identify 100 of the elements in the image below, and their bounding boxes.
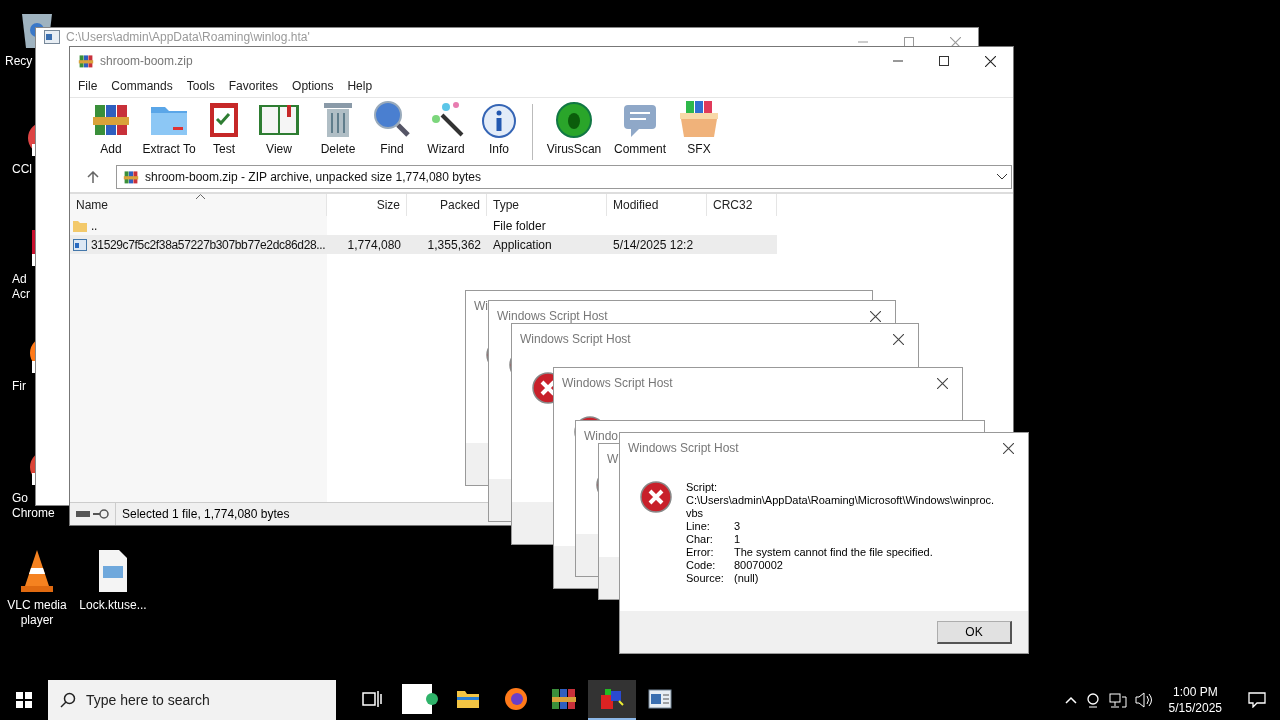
field-label: Char: xyxy=(686,533,714,546)
drive-icon xyxy=(76,510,90,518)
close-icon[interactable] xyxy=(869,310,881,322)
field-label: Source: xyxy=(686,572,725,585)
desktop-icon-label[interactable]: player xyxy=(20,613,54,628)
close-icon[interactable] xyxy=(936,377,948,389)
column-header[interactable]: Name xyxy=(70,194,327,216)
dialog-title: Windo xyxy=(584,429,619,443)
dialog-title: Wi xyxy=(474,299,489,313)
window-icon[interactable] xyxy=(648,689,672,709)
toolbar-button[interactable]: Wizard xyxy=(418,99,474,160)
field-value: (null) xyxy=(734,572,760,585)
menu-item[interactable]: Help xyxy=(341,79,381,93)
menu-item[interactable]: Options xyxy=(286,79,342,93)
dialog-title: Windows Script Host xyxy=(562,376,674,390)
browser-icon[interactable] xyxy=(402,684,438,714)
field-value: 3 xyxy=(734,520,742,533)
windows-logo-icon xyxy=(16,692,32,708)
column-header[interactable]: Modified xyxy=(607,194,707,216)
dialog-title: Windows Script Host xyxy=(628,441,740,455)
toolbar-button[interactable]: SFX xyxy=(671,99,727,160)
table-cell: File folder xyxy=(493,218,546,233)
table-cell: 1,355,362 xyxy=(427,237,481,252)
toolbar-button[interactable]: Test xyxy=(200,99,248,160)
taskbar-app[interactable] xyxy=(588,680,636,720)
toolbar-button[interactable]: Extract To xyxy=(138,99,200,160)
toolbar-button[interactable]: Info xyxy=(474,103,524,160)
clock[interactable]: 1:00 PM 5/15/2025 xyxy=(1160,684,1230,716)
field-label: Code: xyxy=(686,559,717,572)
folder-icon[interactable] xyxy=(456,689,480,709)
program-icon xyxy=(73,238,87,251)
desktop-icon-label[interactable]: Fir xyxy=(12,379,26,394)
books-icon[interactable] xyxy=(551,687,577,711)
time-text: 1:00 PM xyxy=(1172,684,1218,700)
address-bar[interactable]: shroom-boom.zip - ZIP archive, unpacked size 1,774,080 bytes xyxy=(116,165,1012,189)
info-icon xyxy=(481,103,517,139)
column-header[interactable]: Packed xyxy=(407,194,487,216)
desktop-icon-label[interactable]: VLC media xyxy=(7,598,67,613)
ok-button[interactable]: OK xyxy=(937,620,1012,644)
network-icon[interactable] xyxy=(1108,692,1127,708)
table-cell: 31529c7f5c2f38a57227b307bb77e2dc86d28... xyxy=(91,237,326,252)
box-icon xyxy=(678,99,720,139)
table-cell: 5/14/2025 12:2 xyxy=(613,237,694,252)
close-icon[interactable] xyxy=(892,333,904,345)
column-header[interactable]: Size xyxy=(327,194,407,216)
menu-item[interactable]: File xyxy=(72,79,106,93)
table-cell: Application xyxy=(493,237,552,252)
folder-icon xyxy=(73,218,87,233)
script-path: C:\Users\admin\AppData\Roaming\Microsoft\Windows\winproc.vbs xyxy=(686,494,996,520)
desktop-icon-label[interactable]: Chrome xyxy=(12,506,55,521)
up-arrow-icon[interactable] xyxy=(87,171,99,183)
toolbar-button[interactable]: VirusScan xyxy=(539,101,609,160)
search-icon xyxy=(60,692,76,708)
toolbar-button[interactable]: Delete xyxy=(310,99,366,160)
error-icon xyxy=(640,481,672,513)
field-label: Line: xyxy=(686,520,711,533)
task-view-icon[interactable] xyxy=(362,690,382,708)
books-icon xyxy=(78,53,94,69)
dropdown-icon[interactable] xyxy=(997,174,1007,180)
books-icon xyxy=(123,169,139,185)
toolbar-button[interactable]: Add xyxy=(84,99,138,160)
dialog-title: Windows Script Host xyxy=(520,332,632,346)
blocks-icon[interactable] xyxy=(599,687,625,711)
menu-item[interactable]: Tools xyxy=(180,79,223,93)
dialog-title: W xyxy=(607,452,620,466)
column-header[interactable]: Type xyxy=(487,194,607,216)
desktop-icon-label[interactable]: Go xyxy=(12,491,28,506)
close-icon[interactable] xyxy=(1002,442,1014,454)
notification-icon[interactable] xyxy=(1248,692,1266,708)
window-title: shroom-boom.zip xyxy=(100,54,194,68)
field-value: The system cannot find the file specified. xyxy=(734,546,934,559)
maximize-icon[interactable] xyxy=(939,56,949,66)
toolbar-button[interactable]: Find xyxy=(366,99,418,160)
table-cell: .. xyxy=(91,218,97,233)
search-field[interactable]: Type here to search xyxy=(48,680,336,720)
dialog-title: Windows Script Host xyxy=(497,309,609,323)
field-value: 80070002 xyxy=(734,559,784,572)
toolbar-button[interactable]: View xyxy=(248,99,310,160)
column-header[interactable]: CRC32 xyxy=(707,194,777,216)
table-cell: 1,774,080 xyxy=(347,237,401,252)
window-title: C:\Users\admin\AppData\Roaming\winlog.hta' xyxy=(66,30,311,44)
toolbar-button[interactable]: Comment xyxy=(609,101,671,160)
menu-item[interactable]: Favorites xyxy=(222,79,287,93)
window-icon xyxy=(44,30,60,44)
speaker-icon[interactable] xyxy=(1134,692,1153,708)
close-icon[interactable] xyxy=(984,55,996,67)
chevron-up-icon[interactable] xyxy=(1064,696,1077,704)
browser-icon[interactable] xyxy=(504,687,528,711)
desktop-icon-label[interactable]: Acr xyxy=(12,287,30,302)
desktop-icon-label[interactable]: Ad xyxy=(12,272,27,287)
desktop-icon-label[interactable]: Recy xyxy=(5,54,33,69)
menu-item[interactable]: Commands xyxy=(105,79,181,93)
script-label: Script: xyxy=(686,481,719,494)
status-text: Selected 1 file, 1,774,080 bytes xyxy=(122,507,290,521)
search-field[interactable]: Type here to search xyxy=(86,692,336,708)
field-label: Error: xyxy=(686,546,715,559)
desktop-icon-label[interactable]: CCl xyxy=(12,162,32,177)
desktop-icon-label[interactable]: Lock.ktuse... xyxy=(79,598,147,613)
webcam-icon[interactable] xyxy=(1084,692,1101,708)
sort-caret-icon xyxy=(196,194,205,199)
